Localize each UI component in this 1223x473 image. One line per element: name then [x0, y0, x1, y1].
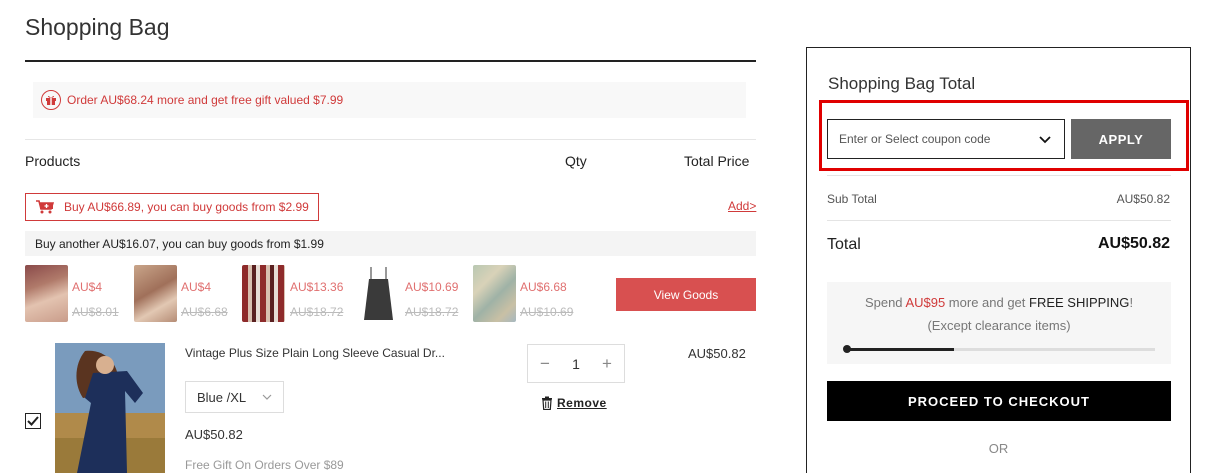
addon-item-image[interactable]	[242, 265, 285, 322]
shipping-note: (Except clearance items)	[927, 318, 1071, 333]
remove-label: Remove	[557, 396, 607, 410]
product-name[interactable]: Vintage Plus Size Plain Long Sleeve Casu…	[185, 346, 475, 360]
gift-icon	[41, 90, 61, 110]
shipping-spend-prefix: Spend	[864, 295, 906, 310]
addon-item-original-price: AU$18.72	[290, 305, 344, 319]
add-link[interactable]: Add>	[728, 199, 756, 213]
product-image[interactable]	[55, 343, 165, 473]
shipping-spend-amount: AU$95	[905, 295, 946, 310]
free-shipping-message: Spend AU$95 more and get FREE SHIPPING!	[827, 295, 1171, 310]
shipping-spend-middle: more and get	[945, 295, 1030, 310]
total-label: Total	[827, 236, 861, 253]
addon-item-original-price: AU$8.01	[72, 305, 119, 319]
qty-increase-button[interactable]: +	[598, 354, 616, 374]
addon-item-price: AU$13.36	[290, 280, 344, 294]
summary-divider	[827, 175, 1171, 176]
coupon-placeholder: Enter or Select coupon code	[839, 132, 991, 146]
variant-value: Blue /XL	[197, 389, 247, 405]
free-shipping-label: FREE SHIPPING	[1029, 295, 1130, 310]
addon-item-image[interactable]	[473, 265, 516, 322]
free-shipping-box: Spend AU$95 more and get FREE SHIPPING! …	[827, 282, 1171, 364]
item-select-checkbox[interactable]	[25, 413, 41, 429]
total-value: AU$50.82	[1097, 235, 1170, 252]
summary-divider	[827, 220, 1171, 221]
addon-item-image[interactable]	[134, 265, 177, 322]
addon-item-price: AU$4	[72, 280, 103, 294]
addon-item-price: AU$4	[181, 280, 212, 294]
column-header-total-price: Total Price	[684, 153, 750, 169]
order-summary-panel: Shopping Bag Total Enter or Select coupo…	[806, 47, 1191, 473]
coupon-select[interactable]: Enter or Select coupon code	[827, 119, 1065, 159]
addon-item-price: AU$6.68	[520, 280, 567, 294]
free-gift-banner: Order AU$68.24 more and get free gift va…	[33, 82, 746, 118]
free-gift-note: Free Gift On Orders Over $89	[185, 458, 344, 472]
apply-coupon-button[interactable]: APPLY	[1071, 119, 1171, 159]
column-header-qty: Qty	[565, 153, 587, 169]
addon-item-image[interactable]	[25, 265, 68, 322]
checkmark-icon	[27, 416, 39, 426]
quantity-stepper: − 1 +	[527, 344, 625, 383]
view-goods-button[interactable]: View Goods	[616, 278, 756, 311]
addon-promo-text: Buy AU$66.89, you can buy goods from $2.…	[64, 200, 309, 214]
chevron-down-icon	[262, 394, 272, 400]
summary-title: Shopping Bag Total	[828, 74, 976, 93]
product-price: AU$50.82	[185, 427, 243, 442]
trash-icon	[542, 396, 552, 410]
line-total-price: AU$50.82	[688, 346, 746, 361]
addon-another-bar: Buy another AU$16.07, you can buy goods …	[25, 231, 756, 256]
column-header-products: Products	[25, 153, 81, 169]
chevron-down-icon	[1039, 136, 1051, 144]
proceed-to-checkout-button[interactable]: PROCEED TO CHECKOUT	[827, 381, 1171, 421]
qty-value[interactable]: 1	[572, 356, 580, 372]
shipping-progress-start-dot	[843, 345, 851, 353]
remove-button[interactable]: Remove	[541, 396, 607, 410]
addon-promo-box: Buy AU$66.89, you can buy goods from $2.…	[25, 193, 319, 221]
subtotal-value: AU$50.82	[1116, 192, 1170, 206]
subtotal-label: Sub Total	[827, 192, 877, 206]
title-divider	[25, 60, 756, 62]
addon-item-original-price: AU$18.72	[405, 305, 459, 319]
shipping-progress-bar	[843, 345, 1155, 353]
addon-item-image[interactable]	[357, 265, 400, 322]
free-gift-banner-text: Order AU$68.24 more and get free gift va…	[67, 93, 344, 107]
addon-item-price: AU$10.69	[405, 280, 459, 294]
shipping-progress-fill	[845, 348, 954, 351]
variant-select[interactable]: Blue /XL	[185, 381, 284, 413]
addon-item-original-price: AU$6.68	[181, 305, 228, 319]
addon-item-original-price: AU$10.69	[520, 305, 574, 319]
section-divider	[25, 139, 756, 140]
or-divider-text: OR	[988, 441, 1009, 456]
qty-decrease-button[interactable]: −	[536, 354, 554, 374]
cart-plus-icon	[36, 200, 54, 214]
page-title: Shopping Bag	[25, 14, 170, 40]
shipping-spend-suffix: !	[1129, 295, 1134, 310]
